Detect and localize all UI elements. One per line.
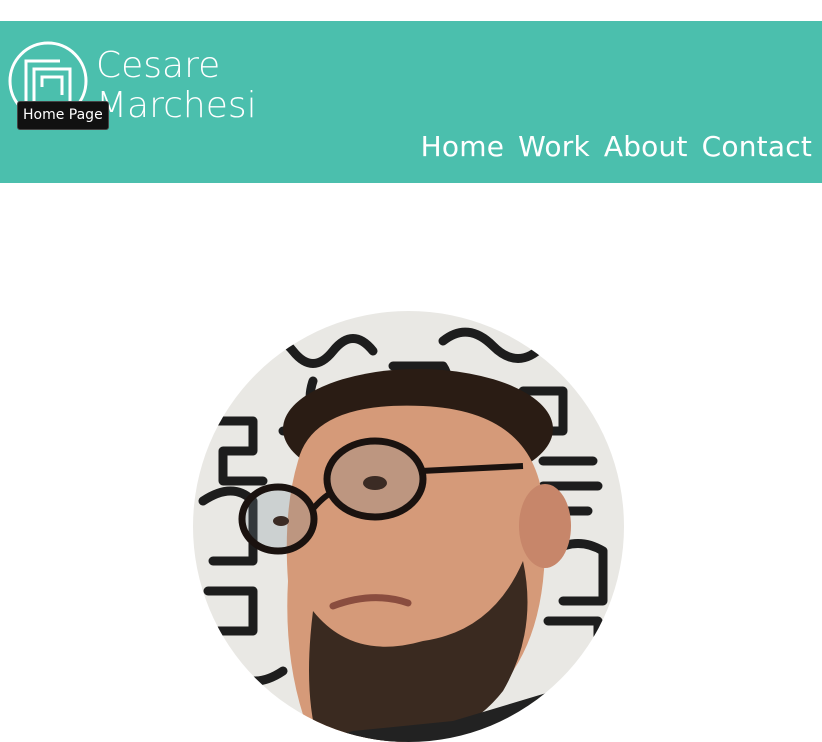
profile-photo <box>193 311 624 742</box>
main-nav: Home Work About Contact <box>421 129 812 165</box>
logo-name-line1: Cesare <box>96 45 220 86</box>
logo-wordmark: Cesare Marchesi <box>96 45 257 121</box>
logo-name-line2: Marchesi <box>96 85 257 121</box>
nav-link-work[interactable]: Work <box>518 129 590 165</box>
profile-photo-image <box>193 311 624 742</box>
site-header: Cesare Marchesi Home Page Home Work Abou… <box>0 21 822 183</box>
home-page-tooltip: Home Page <box>17 101 109 130</box>
nav-link-about[interactable]: About <box>604 129 688 165</box>
nav-link-contact[interactable]: Contact <box>702 129 812 165</box>
nav-link-home[interactable]: Home <box>421 129 505 165</box>
